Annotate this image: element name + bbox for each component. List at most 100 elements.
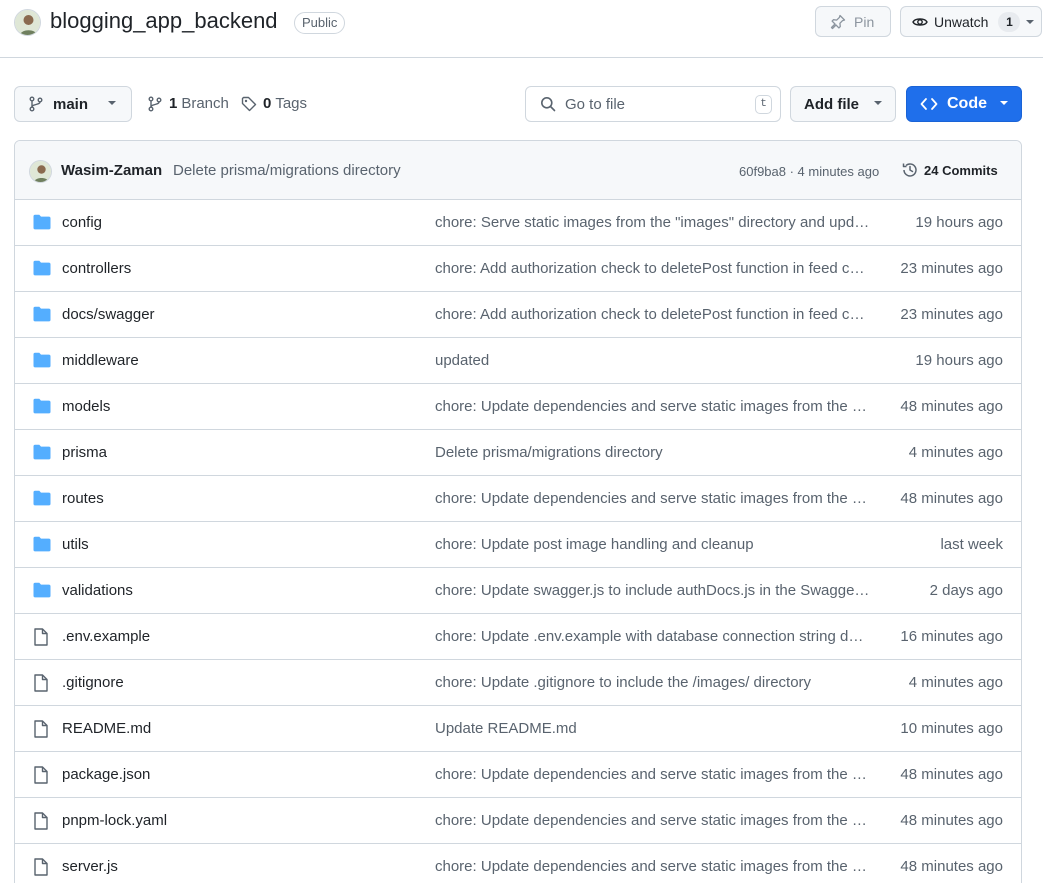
file-name-link[interactable]: docs/swagger	[62, 306, 155, 323]
file-row[interactable]: validations chore: Update swagger.js to i…	[15, 568, 1021, 614]
file-row[interactable]: server.js chore: Update dependencies and …	[15, 844, 1021, 883]
file-commit-time: 48 minutes ago	[900, 858, 1003, 875]
branch-name: main	[53, 95, 89, 113]
file-commit-time: 48 minutes ago	[900, 398, 1003, 415]
go-to-file-input[interactable]	[565, 95, 745, 113]
file-name-link[interactable]: models	[62, 398, 110, 415]
file-row[interactable]: utils chore: Update post image handling a…	[15, 522, 1021, 568]
file-commit-message[interactable]: chore: Update .gitignore to include the …	[435, 674, 870, 691]
file-commit-message[interactable]: chore: Serve static images from the "ima…	[435, 214, 870, 231]
folder-icon	[33, 214, 51, 230]
history-icon	[901, 161, 919, 179]
pin-button[interactable]: Pin	[815, 6, 891, 37]
file-commit-message[interactable]: updated	[435, 352, 870, 369]
tags-link[interactable]: 0 Tags	[241, 95, 307, 112]
file-commit-message[interactable]: Delete prisma/migrations directory	[435, 444, 870, 461]
commit-message[interactable]: Delete prisma/migrations directory	[173, 162, 401, 179]
file-name-link[interactable]: prisma	[62, 444, 107, 461]
file-name-link[interactable]: utils	[62, 536, 89, 553]
file-row[interactable]: pnpm-lock.yaml chore: Update dependencies…	[15, 798, 1021, 844]
file-icon	[33, 766, 49, 784]
code-label: Code	[947, 95, 987, 112]
file-row[interactable]: models chore: Update dependencies and ser…	[15, 384, 1021, 430]
file-row[interactable]: README.md Update README.md 10 minutes ago	[15, 706, 1021, 752]
file-row[interactable]: routes chore: Update dependencies and ser…	[15, 476, 1021, 522]
file-commit-time: 23 minutes ago	[900, 260, 1003, 277]
file-commit-time: 16 minutes ago	[900, 628, 1003, 645]
file-commit-message[interactable]: chore: Add authorization check to delete…	[435, 260, 870, 277]
unwatch-label: Unwatch	[934, 13, 989, 30]
watch-dropdown[interactable]	[1019, 7, 1041, 36]
code-icon	[920, 96, 938, 112]
file-name-link[interactable]: validations	[62, 582, 133, 599]
file-name-link[interactable]: middleware	[62, 352, 139, 369]
branches-link[interactable]: 1 Branch	[147, 95, 229, 112]
file-row[interactable]: docs/swagger chore: Add authorization che…	[15, 292, 1021, 338]
folder-icon	[33, 582, 51, 598]
file-commit-time: 2 days ago	[929, 582, 1003, 599]
go-to-file-search[interactable]: t	[525, 86, 781, 122]
tag-icon	[241, 96, 257, 112]
file-row[interactable]: controllers chore: Add authorization chec…	[15, 246, 1021, 292]
file-name-link[interactable]: README.md	[62, 720, 151, 737]
commits-count: 24 Commits	[924, 162, 998, 178]
file-commit-message[interactable]: chore: Update .env.example with database…	[435, 628, 870, 645]
repo-name[interactable]: blogging_app_backend	[50, 8, 278, 34]
unwatch-button[interactable]: Unwatch 1	[900, 6, 1042, 37]
file-name-link[interactable]: controllers	[62, 260, 131, 277]
file-name-link[interactable]: package.json	[62, 766, 150, 783]
commits-link[interactable]: 24 Commits	[901, 161, 998, 179]
folder-icon	[33, 536, 51, 552]
file-icon	[33, 674, 49, 692]
file-commit-message[interactable]: chore: Update swagger.js to include auth…	[435, 582, 870, 599]
latest-commit-bar: Wasim-Zaman Delete prisma/migrations dir…	[15, 141, 1021, 200]
file-name-link[interactable]: pnpm-lock.yaml	[62, 812, 167, 829]
visibility-badge: Public	[294, 12, 346, 34]
commit-author[interactable]: Wasim-Zaman	[61, 162, 162, 179]
file-commit-message[interactable]: chore: Update dependencies and serve sta…	[435, 490, 870, 507]
file-row[interactable]: middleware updated 19 hours ago	[15, 338, 1021, 384]
file-tree-table: Wasim-Zaman Delete prisma/migrations dir…	[14, 140, 1022, 883]
file-commit-time: 4 minutes ago	[908, 444, 1003, 461]
commit-author-avatar[interactable]	[29, 160, 52, 183]
file-name-link[interactable]: .gitignore	[62, 674, 124, 691]
branch-selector[interactable]: main	[14, 86, 132, 122]
file-name-link[interactable]: server.js	[62, 858, 118, 875]
file-commit-message[interactable]: chore: Update dependencies and serve sta…	[435, 766, 870, 783]
add-file-button[interactable]: Add file	[790, 86, 896, 122]
file-commit-time: 19 hours ago	[915, 214, 1003, 231]
git-branch-icon	[28, 96, 44, 112]
branch-count: 1	[169, 95, 178, 112]
caret-down-icon	[873, 100, 883, 106]
file-name-link[interactable]: routes	[62, 490, 104, 507]
file-commit-time: 48 minutes ago	[900, 766, 1003, 783]
shortcut-hint: t	[755, 95, 772, 114]
file-row[interactable]: .gitignore chore: Update .gitignore to in…	[15, 660, 1021, 706]
file-name-link[interactable]: config	[62, 214, 102, 231]
file-row[interactable]: config chore: Serve static images from th…	[15, 200, 1021, 246]
file-commit-message[interactable]: chore: Update post image handling and cl…	[435, 536, 870, 553]
add-file-label: Add file	[804, 95, 859, 113]
eye-icon	[912, 14, 928, 30]
file-commit-message[interactable]: Update README.md	[435, 720, 870, 737]
commit-hash-time[interactable]: 60f9ba8 · 4 minutes ago	[739, 164, 879, 179]
file-row[interactable]: prisma Delete prisma/migrations directory…	[15, 430, 1021, 476]
file-commit-time: 4 minutes ago	[908, 674, 1003, 691]
search-icon	[540, 96, 556, 112]
file-row[interactable]: package.json chore: Update dependencies a…	[15, 752, 1021, 798]
caret-down-icon	[107, 100, 117, 106]
file-icon	[33, 628, 49, 646]
code-button[interactable]: Code	[906, 86, 1022, 122]
file-commit-message[interactable]: chore: Add authorization check to delete…	[435, 306, 870, 323]
file-commit-message[interactable]: chore: Update dependencies and serve sta…	[435, 812, 870, 829]
folder-icon	[33, 398, 51, 414]
owner-avatar[interactable]	[14, 9, 41, 36]
file-commit-time: 10 minutes ago	[900, 720, 1003, 737]
folder-icon	[33, 490, 51, 506]
file-commit-time: 48 minutes ago	[900, 490, 1003, 507]
file-commit-message[interactable]: chore: Update dependencies and serve sta…	[435, 398, 870, 415]
file-row[interactable]: .env.example chore: Update .env.example w…	[15, 614, 1021, 660]
pin-icon	[830, 14, 846, 30]
file-name-link[interactable]: .env.example	[62, 628, 150, 645]
file-commit-message[interactable]: chore: Update dependencies and serve sta…	[435, 858, 870, 875]
